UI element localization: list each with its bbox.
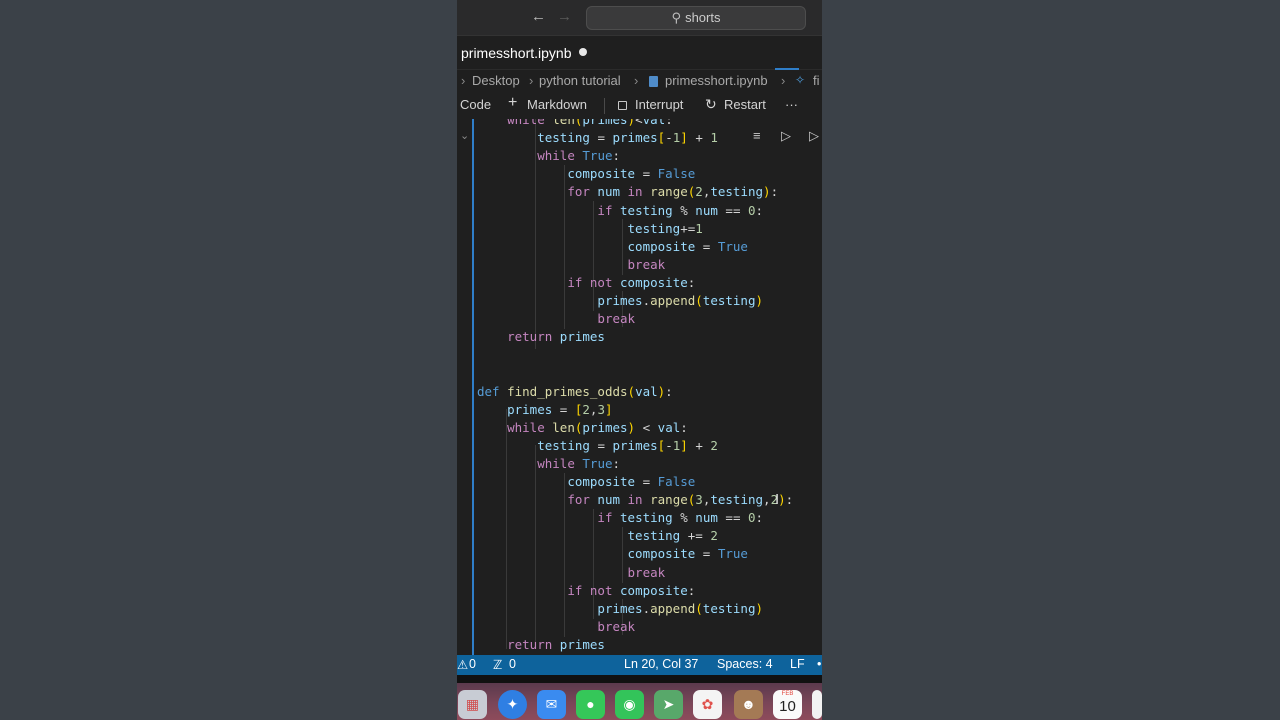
code-line: if not composite: — [567, 582, 696, 598]
calendar-icon[interactable]: FEB 10 — [773, 690, 802, 719]
more-actions-button[interactable]: ··· — [785, 97, 798, 112]
code-line: testing = primes[-1] + 2 — [537, 437, 718, 453]
plus-icon[interactable]: + — [508, 94, 517, 112]
breadcrumb-item-file[interactable]: primesshort.ipynb — [665, 73, 768, 88]
code-line: break — [597, 618, 636, 634]
cell-focus-indicator — [472, 119, 474, 655]
code-line: composite = False — [567, 474, 696, 489]
mail-icon[interactable]: ✉ — [537, 690, 566, 719]
facetime-icon[interactable]: ● — [576, 690, 605, 719]
code-line: break — [627, 564, 666, 580]
calendar-month: FEB — [781, 691, 794, 697]
warning-icon[interactable]: ⚠ — [457, 657, 468, 672]
background-left — [0, 0, 457, 720]
add-markdown-cell-button[interactable]: Markdown — [527, 97, 587, 112]
ports-icon[interactable]: ℤ — [493, 657, 502, 672]
run-above-icon[interactable]: ▷ — [781, 128, 791, 144]
chevron-right-icon: › — [634, 73, 639, 88]
code-line: composite = True — [627, 238, 748, 254]
python-symbol-icon: ✧ — [795, 73, 806, 87]
macos-dock: ▦ ✦ ✉ ● ◉ ➤ ✿ ☻ FEB 10 — [457, 683, 822, 720]
feedback-icon[interactable]: • — [817, 657, 821, 671]
breadcrumb-item-folder[interactable]: python tutorial — [539, 73, 621, 88]
photos-icon[interactable]: ✿ — [693, 690, 722, 719]
code-line: composite = False — [567, 166, 696, 182]
restart-icon[interactable]: ↻ — [705, 96, 717, 113]
window-edge — [457, 675, 822, 683]
ports-count[interactable]: 0 — [509, 657, 516, 671]
arrow-left-icon[interactable]: ← — [531, 8, 546, 25]
cursor-position[interactable]: Ln 20, Col 37 — [624, 657, 698, 671]
add-code-cell-button[interactable]: Code — [460, 97, 491, 112]
code-line: testing += 2 — [627, 528, 718, 544]
problems-count[interactable]: 0 — [469, 657, 476, 671]
breadcrumb-item-desktop[interactable]: Desktop — [472, 73, 520, 88]
code-line: def find_primes_odds(val): — [477, 383, 673, 399]
tab-bar: primesshort.ipynb — [457, 36, 822, 70]
code-line: if testing % num == 0: — [597, 202, 764, 218]
code-line: if testing % num == 0: — [597, 510, 764, 526]
launchpad-icon[interactable]: ▦ — [458, 690, 487, 719]
chevron-right-icon: › — [461, 73, 466, 88]
tab-notebook[interactable]: primesshort.ipynb — [461, 45, 572, 61]
indentation-setting[interactable]: Spaces: 4 — [717, 657, 773, 671]
code-line: primes.append(testing) — [597, 600, 764, 616]
code-line: return primes — [507, 636, 605, 652]
code-line: primes = [2,3] — [507, 401, 613, 417]
title-bar: ← → ⚲ shorts — [457, 0, 822, 36]
restart-button[interactable]: Restart — [724, 97, 766, 112]
vscode-window: ← → ⚲ shorts primesshort.ipynb › Desktop … — [457, 0, 822, 720]
code-line: break — [597, 311, 636, 327]
code-line: composite = True — [627, 546, 748, 562]
breadcrumb-item-symbol[interactable]: fi — [813, 73, 820, 88]
code-line: if not composite: — [567, 274, 696, 290]
status-bar: ⚠ 0 ℤ 0 Ln 20, Col 37 Spaces: 4 LF • — [457, 655, 822, 675]
toolbar-divider — [604, 98, 605, 114]
search-icon: ⚲ — [671, 10, 682, 25]
safari-icon[interactable]: ✦ — [498, 690, 527, 719]
notebook-toolbar: Code + Markdown Interrupt ↻ Restart ··· — [457, 93, 822, 119]
arrow-right-icon[interactable]: → — [557, 8, 572, 25]
breadcrumb: › Desktop › python tutorial › primesshor… — [457, 70, 822, 92]
code-line: break — [627, 256, 666, 272]
text-cursor-icon: I — [775, 491, 780, 508]
messages-icon[interactable]: ◉ — [615, 690, 644, 719]
stop-icon[interactable] — [618, 101, 627, 110]
chevron-right-icon: › — [781, 73, 786, 88]
interrupt-button[interactable]: Interrupt — [635, 97, 683, 112]
maps-icon[interactable]: ➤ — [654, 690, 683, 719]
fold-chevron-icon[interactable]: ⌄ — [460, 129, 469, 142]
run-below-icon[interactable]: ▷ — [809, 128, 819, 144]
command-center-search[interactable]: ⚲ shorts — [586, 6, 806, 30]
code-line: while True: — [537, 455, 621, 471]
background-right — [822, 0, 1280, 720]
code-line: return primes — [507, 329, 605, 345]
code-line: while len(primes) < val: — [507, 419, 688, 435]
code-line: for num in range(2,testing): — [567, 184, 779, 200]
code-line: testing+=1 — [627, 220, 703, 236]
notebook-file-icon — [649, 76, 658, 87]
calendar-day: 10 — [779, 698, 796, 715]
code-line: while True: — [537, 148, 621, 164]
reminders-icon[interactable] — [812, 690, 822, 719]
chevron-right-icon: › — [529, 73, 534, 88]
unsaved-dot-icon[interactable] — [579, 48, 587, 56]
line-ending[interactable]: LF — [790, 657, 805, 671]
code-line: for num in range(3,testing,2): — [567, 492, 794, 508]
run-by-line-icon[interactable]: ≡ — [753, 128, 761, 143]
search-text: shorts — [685, 10, 721, 25]
contacts-icon[interactable]: ☻ — [734, 690, 763, 719]
code-line: primes.append(testing) — [597, 293, 764, 308]
code-cell-editor[interactable]: ⌄ while len(primes)<val: testing = prime… — [457, 119, 822, 655]
